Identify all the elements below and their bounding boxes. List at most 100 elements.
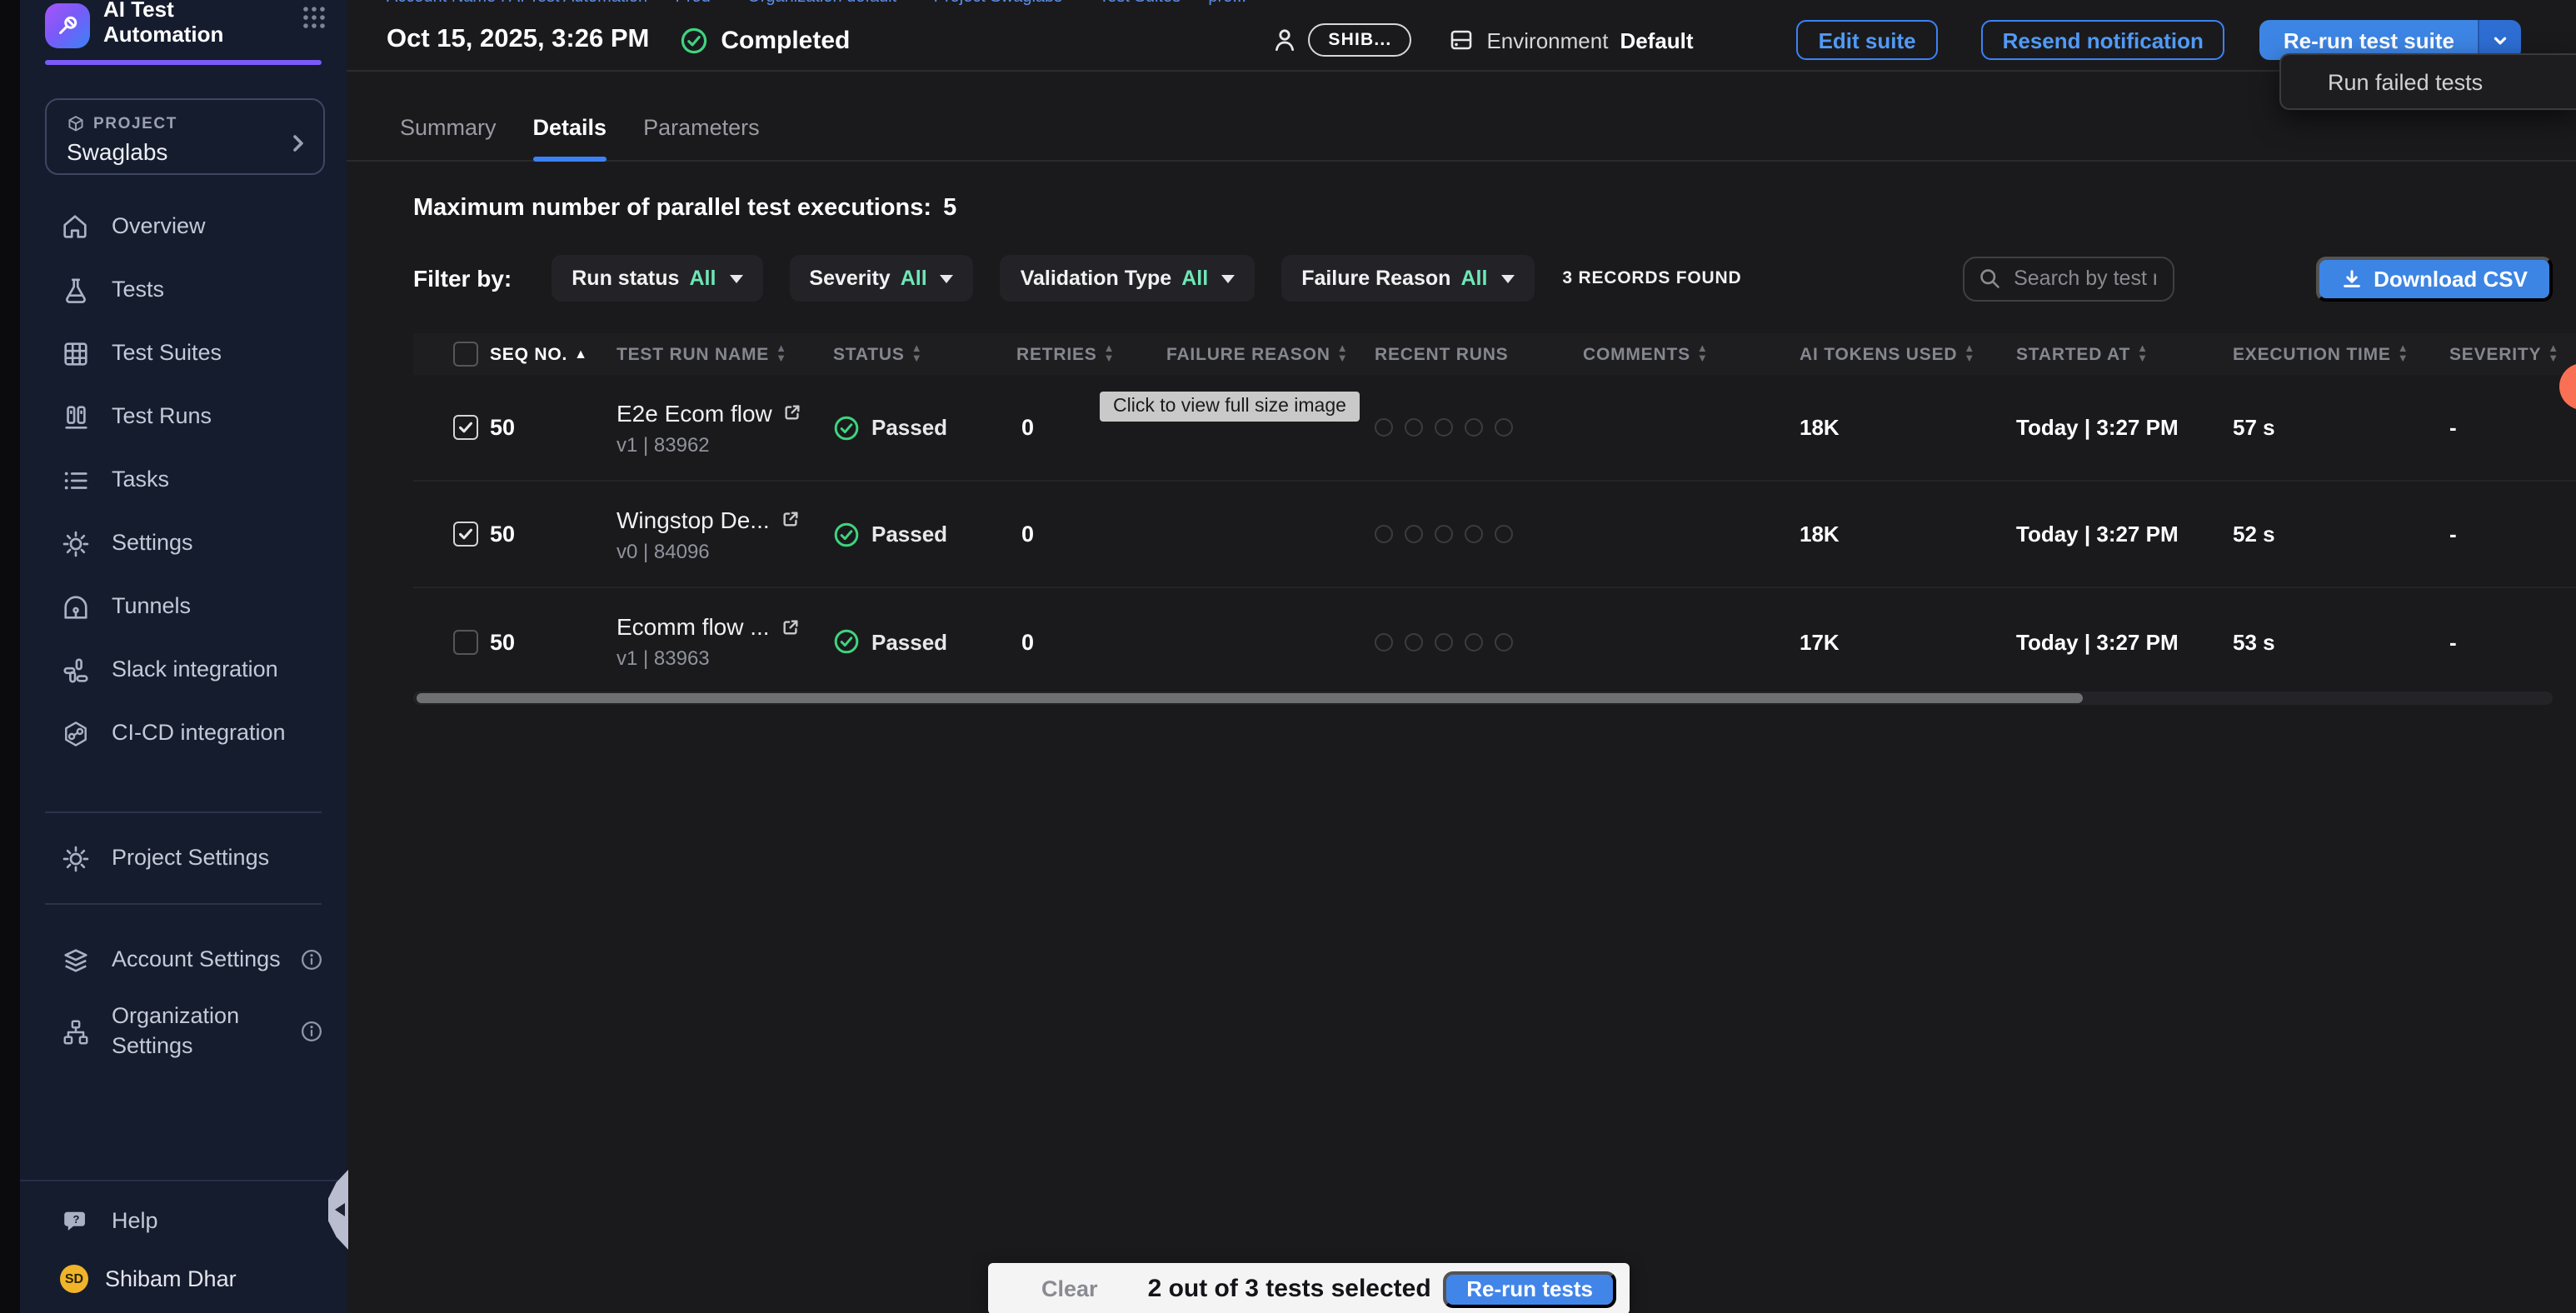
- select-all-checkbox[interactable]: [453, 342, 478, 367]
- status-badge: Passed: [816, 628, 1000, 655]
- run-dot[interactable]: [1465, 525, 1483, 543]
- test-version: v1 | 83962: [617, 432, 710, 456]
- run-dot[interactable]: [1435, 525, 1453, 543]
- caret-down-icon: [1500, 274, 1514, 282]
- user-name: Shibam Dhar: [105, 1266, 237, 1291]
- row-checkbox[interactable]: [453, 522, 478, 547]
- run-dot[interactable]: [1375, 418, 1393, 437]
- user-menu[interactable]: SD Shibam Dhar: [20, 1265, 347, 1293]
- column-header-started-at[interactable]: STARTED AT▲▼: [1999, 344, 2216, 364]
- sidebar-item-test-runs[interactable]: Test Runs: [20, 385, 347, 448]
- table-row[interactable]: 50 Ecomm flow ... v1 | 83963 Passed 0 17…: [413, 588, 2576, 695]
- table-grid-icon: [60, 338, 90, 368]
- horizontal-scrollbar[interactable]: [413, 691, 2553, 705]
- run-dot[interactable]: [1435, 632, 1453, 651]
- test-run-link[interactable]: E2e Ecom flow: [617, 399, 802, 426]
- sidebar-item-tunnels[interactable]: Tunnels: [20, 575, 347, 638]
- table-row[interactable]: 50 Wingstop De... v0 | 84096 Passed 0 18…: [413, 482, 2576, 588]
- sidebar-item-test-suites[interactable]: Test Suites: [20, 322, 347, 385]
- filter-failure-reason[interactable]: Failure Reason All: [1281, 255, 1534, 302]
- run-dot[interactable]: [1375, 525, 1393, 543]
- sidebar-item-organization-settings[interactable]: Organization Settings: [20, 991, 347, 1071]
- run-dot[interactable]: [1465, 632, 1483, 651]
- sort-icon: ▲▼: [911, 345, 923, 363]
- run-dot[interactable]: [1405, 525, 1423, 543]
- column-header-execution-time[interactable]: EXECUTION TIME▲▼: [2216, 344, 2433, 364]
- sidebar-item-slack-integration[interactable]: Slack integration: [20, 638, 347, 701]
- environment-selector[interactable]: Environment Default: [1448, 27, 1693, 53]
- sidebar-item-settings[interactable]: Settings: [20, 512, 347, 575]
- tab-summary[interactable]: Summary: [400, 115, 497, 140]
- test-version: v1 | 83963: [617, 647, 710, 670]
- app-grid-icon[interactable]: [302, 5, 327, 30]
- search-icon: [1977, 267, 2000, 290]
- org-chart-icon: [60, 1016, 90, 1046]
- test-run-link[interactable]: Wingstop De...: [617, 506, 800, 532]
- sidebar-item-tests[interactable]: Tests: [20, 258, 347, 322]
- check-icon: [457, 525, 475, 543]
- run-dot[interactable]: [1435, 418, 1453, 437]
- clear-selection-button[interactable]: Clear: [1041, 1276, 1098, 1301]
- tab-details[interactable]: Details: [533, 115, 607, 140]
- main-content: Account Name : AI Test Automation Prod O…: [347, 0, 2576, 1313]
- environment-icon: [1448, 27, 1475, 53]
- app-title: AI Test Automation: [103, 0, 223, 47]
- passed-check-icon: [833, 521, 860, 547]
- run-dot[interactable]: [1405, 418, 1423, 437]
- sort-icon: ▲▼: [776, 345, 787, 363]
- filter-validation-type[interactable]: Validation Type All: [1001, 255, 1256, 302]
- run-dot[interactable]: [1375, 632, 1393, 651]
- sidebar-item-cicd-integration[interactable]: CI-CD integration: [20, 701, 347, 765]
- sort-icon: ▲▼: [1697, 345, 1709, 363]
- column-header-status[interactable]: STATUS▲▼: [816, 344, 1000, 364]
- chevron-right-icon: [290, 132, 307, 152]
- recent-runs: [1358, 632, 1566, 651]
- filter-run-status[interactable]: Run status All: [552, 255, 762, 302]
- sidebar-divider: [45, 811, 322, 813]
- run-dot[interactable]: [1465, 418, 1483, 437]
- run-dot[interactable]: [1405, 632, 1423, 651]
- column-header-seq-no[interactable]: SEQ NO.▲: [483, 344, 600, 364]
- rerun-tests-button[interactable]: Re-run tests: [1443, 1271, 1616, 1307]
- external-link-icon: [784, 403, 802, 422]
- sidebar: AI Test Automation PROJECT Swaglabs Over…: [20, 0, 347, 1313]
- table-row[interactable]: 50 E2e Ecom flow v1 | 83962 Passed 0 18K…: [413, 375, 2576, 482]
- scrollbar-thumb[interactable]: [417, 693, 2083, 703]
- sidebar-item-tasks[interactable]: Tasks: [20, 448, 347, 512]
- columns-icon: [60, 402, 90, 432]
- sort-icon: ▲▼: [2398, 345, 2409, 363]
- column-header-severity[interactable]: SEVERITY▲▼: [2433, 344, 2576, 364]
- edit-suite-button[interactable]: Edit suite: [1797, 20, 1938, 60]
- sidebar-item-account-settings[interactable]: Account Settings: [20, 928, 347, 991]
- project-label: PROJECT: [93, 114, 177, 132]
- sidebar-item-project-settings[interactable]: Project Settings: [20, 826, 347, 890]
- rerun-dropdown-menu: Run failed tests: [2279, 53, 2576, 110]
- user-chip[interactable]: SHIB...: [1308, 23, 1411, 57]
- list-icon: [60, 465, 90, 495]
- sidebar-item-help[interactable]: ? Help: [20, 1195, 347, 1248]
- run-dot[interactable]: [1495, 418, 1513, 437]
- sidebar-item-overview[interactable]: Overview: [20, 195, 347, 258]
- row-checkbox[interactable]: [453, 415, 478, 440]
- resend-notification-button[interactable]: Resend notification: [1981, 20, 2225, 60]
- search-input[interactable]: [2010, 265, 2159, 292]
- run-dot[interactable]: [1495, 632, 1513, 651]
- column-header-failure-reason[interactable]: FAILURE REASON▲▼: [1150, 344, 1358, 364]
- run-dot[interactable]: [1495, 525, 1513, 543]
- tab-parameters[interactable]: Parameters: [643, 115, 760, 140]
- column-header-retries[interactable]: RETRIES▲▼: [1000, 344, 1150, 364]
- row-checkbox[interactable]: [453, 629, 478, 654]
- menu-item-run-failed-tests[interactable]: Run failed tests: [2328, 69, 2483, 94]
- download-csv-button[interactable]: Download CSV: [2315, 256, 2553, 301]
- info-icon[interactable]: [300, 948, 323, 971]
- column-header-comments[interactable]: COMMENTS▲▼: [1566, 344, 1783, 364]
- column-header-ai-tokens[interactable]: AI TOKENS USED▲▼: [1783, 344, 1999, 364]
- info-icon[interactable]: [300, 1020, 323, 1043]
- project-selector[interactable]: PROJECT Swaglabs: [45, 98, 325, 175]
- test-run-link[interactable]: Ecomm flow ...: [617, 613, 800, 640]
- column-header-test-run-name[interactable]: TEST RUN NAME▲▼: [600, 344, 816, 364]
- sort-icon: ▲▼: [1337, 345, 1349, 363]
- caret-down-icon: [729, 274, 742, 282]
- filter-severity[interactable]: Severity All: [789, 255, 973, 302]
- run-status: Completed: [721, 26, 850, 54]
